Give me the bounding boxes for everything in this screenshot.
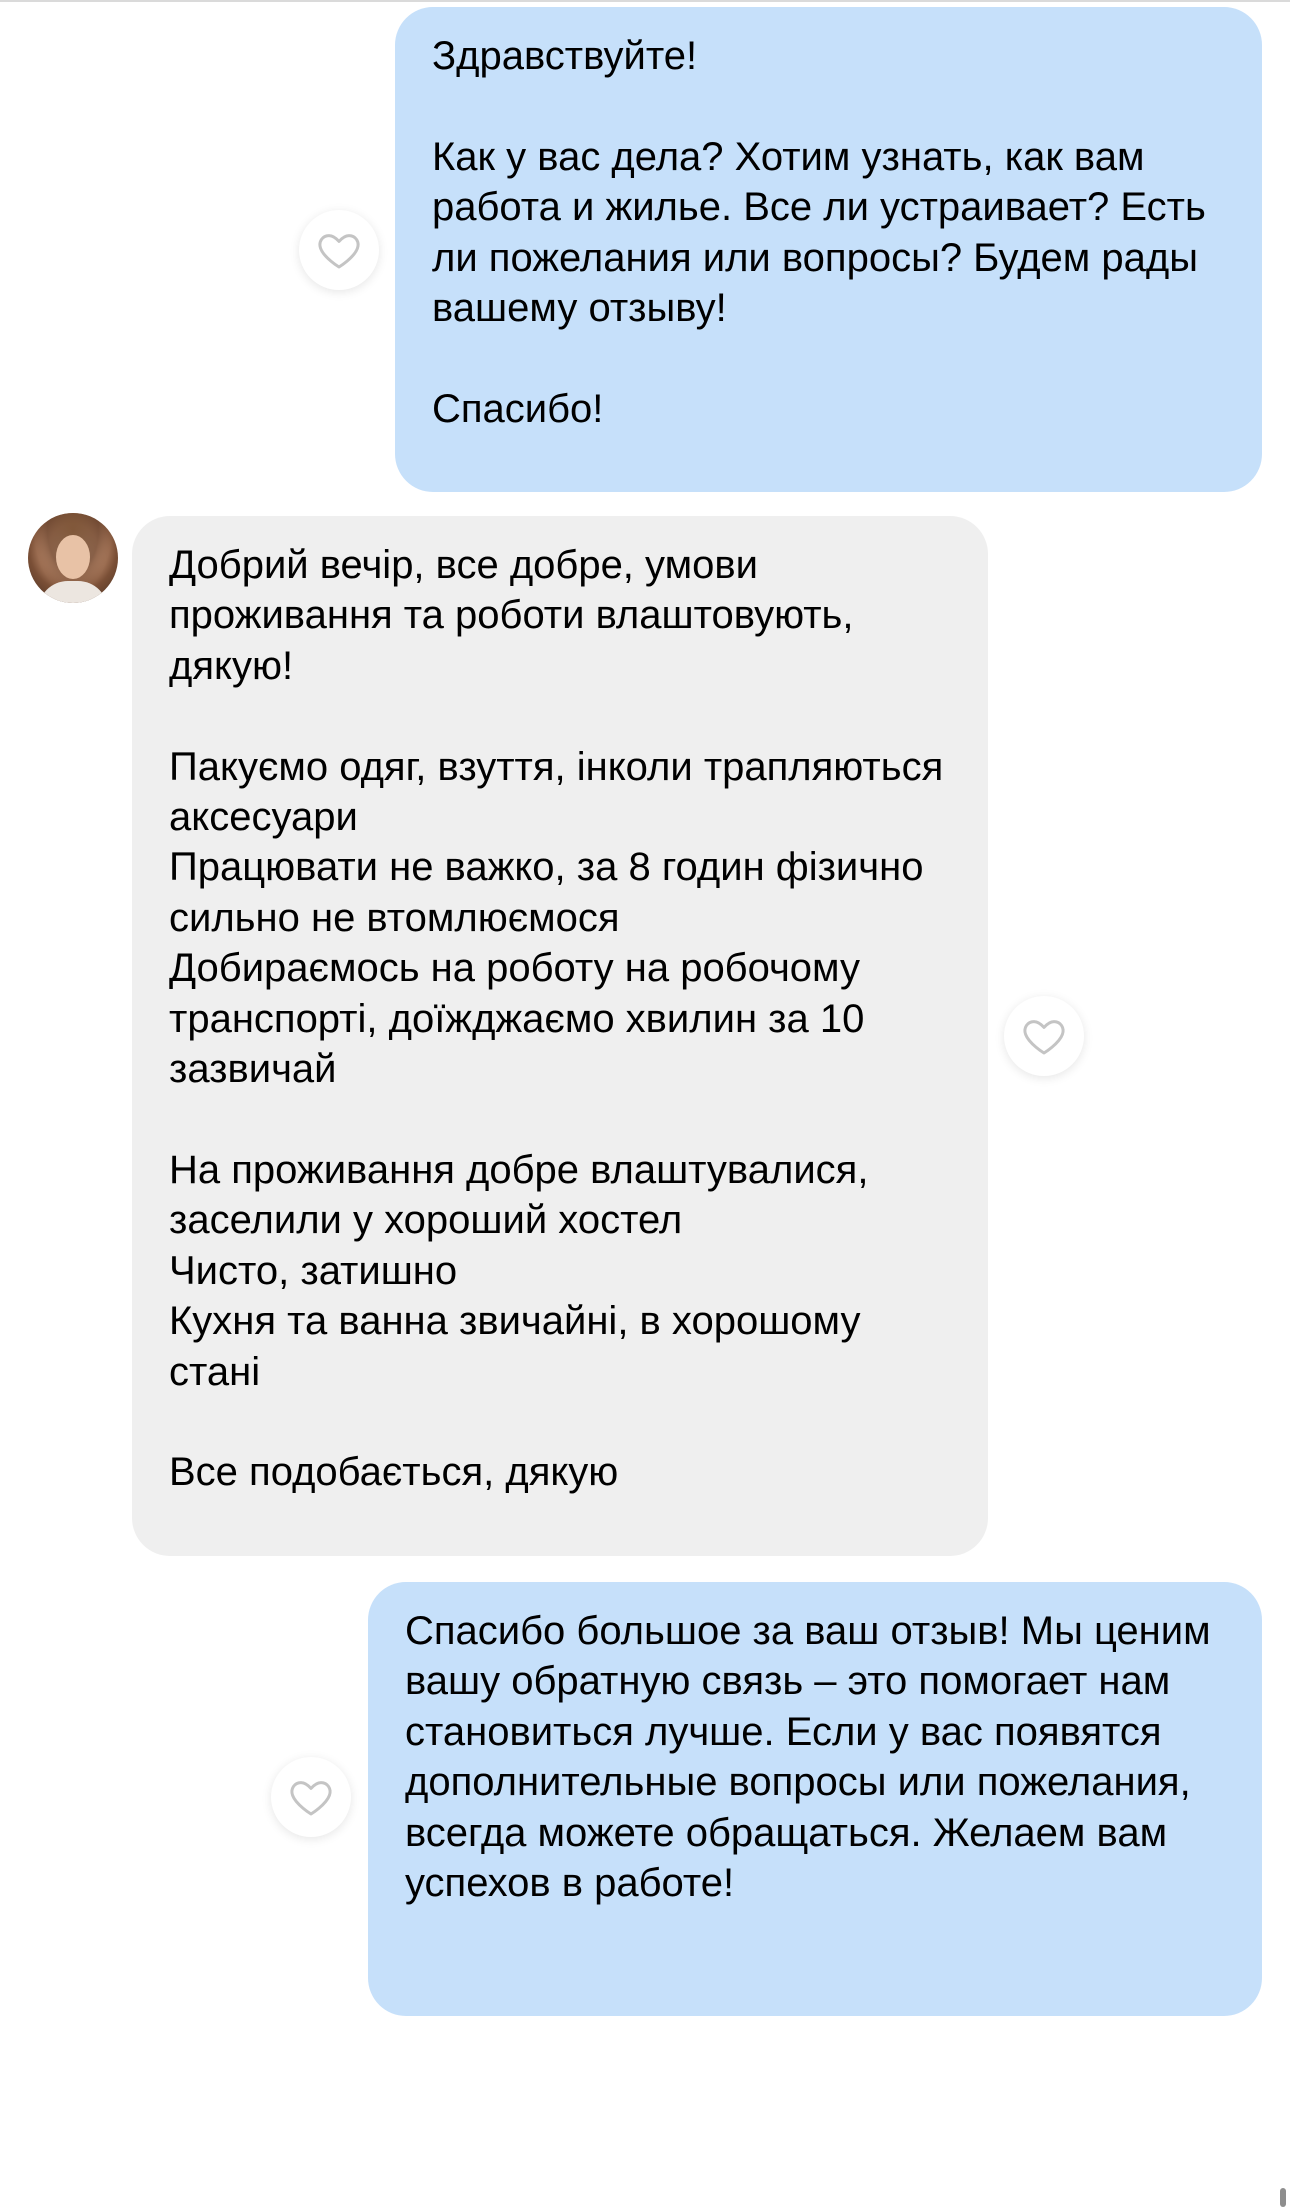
like-button-message-2[interactable] [1004, 996, 1084, 1076]
like-button-message-3[interactable] [271, 1757, 351, 1837]
heart-outline-icon [290, 1781, 332, 1816]
message-bubble-outgoing[interactable]: Спасибо большое за ваш отзыв! Мы ценим в… [368, 1582, 1262, 2016]
message-bubble-outgoing[interactable]: Здравствуйте! Как у вас дела? Хотим узна… [395, 7, 1262, 492]
heart-outline-icon [318, 234, 360, 269]
message-bubble-incoming[interactable]: Добрий вечір, все добре, умови проживанн… [132, 516, 988, 1556]
scroll-indicator[interactable] [1280, 2188, 1286, 2207]
heart-outline-icon [1023, 1020, 1065, 1055]
top-divider [0, 0, 1290, 2]
contact-avatar[interactable] [28, 513, 118, 603]
like-button-message-1[interactable] [299, 210, 379, 290]
